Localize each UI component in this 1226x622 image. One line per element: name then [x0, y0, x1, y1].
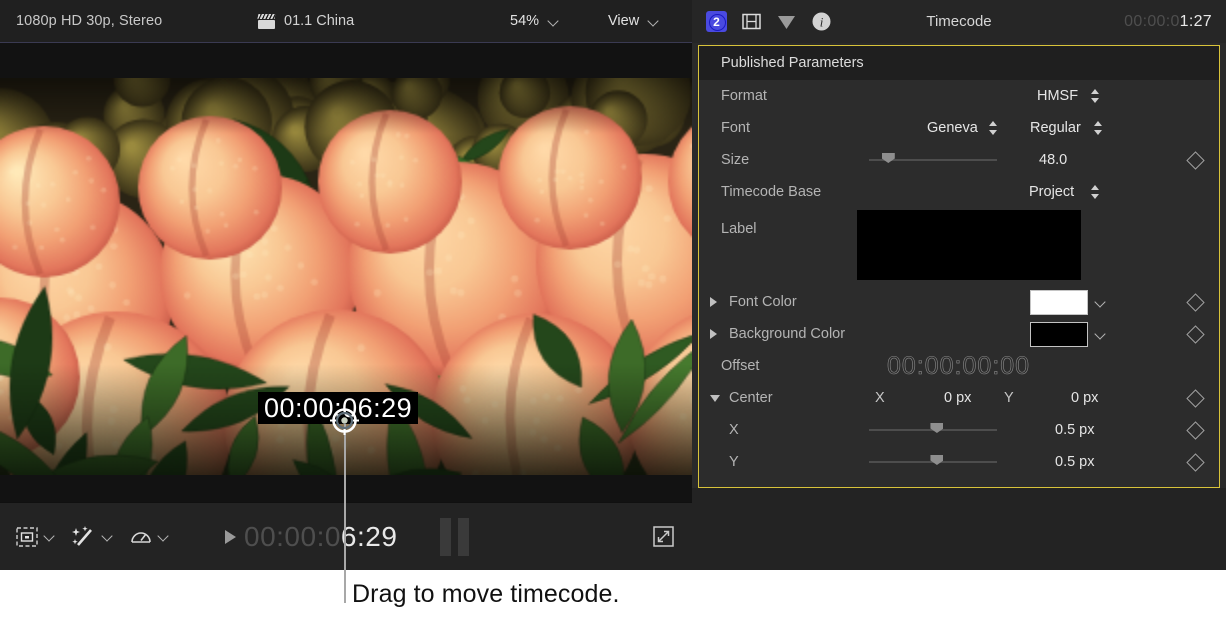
inspector-panel: 2 i Timecode 00:00:01:27 — [692, 0, 1226, 570]
param-row-font-color[interactable]: Font Color — [699, 286, 1219, 318]
font-style-stepper-icon[interactable] — [1094, 121, 1103, 135]
font-family-value[interactable]: Geneva — [927, 120, 978, 136]
inspector-header: 2 i Timecode 00:00:01:27 — [692, 0, 1226, 43]
chevron-down-icon — [648, 16, 659, 27]
format-label: Format — [721, 88, 767, 104]
transport-timecode-bright: 6:29 — [341, 521, 398, 552]
format-info: 1080p HD 30p, Stereo — [16, 13, 162, 29]
label-label: Label — [721, 221, 756, 237]
param-row-center[interactable]: Center X 0 px Y 0 px — [699, 382, 1219, 414]
param-row-size[interactable]: Size 48.0 — [699, 144, 1219, 176]
center-y-sub-label: Y — [729, 454, 739, 470]
inspector-timecode: 00:00:01:27 — [1124, 13, 1212, 31]
center-y-keyframe-button[interactable] — [1186, 453, 1204, 471]
center-y-value[interactable]: 0 px — [1071, 390, 1098, 406]
timecode-base-stepper-icon[interactable] — [1091, 185, 1100, 199]
font-color-keyframe-button[interactable] — [1186, 293, 1204, 311]
background-color-chevron-down-icon[interactable] — [1095, 329, 1106, 340]
center-x-value[interactable]: 0 px — [944, 390, 971, 406]
font-label: Font — [721, 120, 750, 136]
expand-fullscreen-icon[interactable] — [653, 526, 674, 547]
clip-selector[interactable]: 01.1 China — [258, 13, 354, 29]
size-value[interactable]: 48.0 — [1039, 152, 1067, 168]
zoom-selector[interactable]: 54% — [510, 13, 559, 29]
background-color-disclosure-icon[interactable] — [710, 329, 717, 339]
format-stepper-icon[interactable] — [1091, 89, 1100, 103]
font-family-stepper-icon[interactable] — [989, 121, 998, 135]
font-color-disclosure-icon[interactable] — [710, 297, 717, 307]
zoom-level: 54% — [510, 13, 539, 29]
transform-crop-icon — [16, 527, 38, 547]
offset-label: Offset — [721, 358, 759, 374]
enhancement-tool[interactable] — [72, 526, 113, 548]
center-disclosure-icon[interactable] — [710, 395, 720, 402]
size-slider[interactable] — [869, 153, 997, 167]
published-parameters-section: Published Parameters Format HMSF Font Ge… — [698, 45, 1220, 488]
retime-speed-icon — [130, 527, 152, 547]
callout-leader-line — [344, 420, 346, 603]
retime-tool[interactable] — [130, 527, 169, 547]
clapperboard-icon — [258, 14, 275, 29]
chevron-down-icon — [158, 531, 169, 542]
offset-value[interactable]: 00:00:00:00 — [887, 352, 1030, 381]
param-row-timecode-base[interactable]: Timecode Base Project — [699, 176, 1219, 208]
section-title: Published Parameters — [699, 46, 1219, 80]
inspector-empty-area — [692, 488, 1226, 570]
param-row-label[interactable]: Label — [699, 208, 1219, 286]
font-color-label: Font Color — [729, 294, 797, 310]
play-icon[interactable] — [225, 530, 236, 544]
background-color-keyframe-button[interactable] — [1186, 325, 1204, 343]
param-row-format[interactable]: Format HMSF — [699, 80, 1219, 112]
font-style-value[interactable]: Regular — [1030, 120, 1081, 136]
center-x-keyframe-button[interactable] — [1186, 421, 1204, 439]
crosshair-drag-handle-icon[interactable] — [330, 406, 359, 435]
size-keyframe-button[interactable] — [1186, 151, 1204, 169]
param-row-background-color[interactable]: Background Color — [699, 318, 1219, 350]
center-keyframe-button[interactable] — [1186, 389, 1204, 407]
center-label: Center — [729, 390, 773, 406]
center-y-slider[interactable] — [869, 455, 997, 469]
transform-tool[interactable] — [16, 527, 55, 547]
center-x-slider[interactable] — [869, 423, 997, 437]
font-color-swatch[interactable] — [1030, 290, 1088, 315]
param-row-center-y[interactable]: Y 0.5 px — [699, 446, 1219, 478]
chevron-down-icon — [102, 531, 113, 542]
size-label: Size — [721, 152, 749, 168]
viewer-panel: 1080p HD 30p, Stereo 01.1 China 54% View — [0, 0, 692, 570]
view-label: View — [608, 13, 639, 29]
center-x-slider-value[interactable]: 0.5 px — [1055, 422, 1095, 438]
center-y-slider-value[interactable]: 0.5 px — [1055, 454, 1095, 470]
timecode-base-value[interactable]: Project — [1029, 184, 1074, 200]
param-row-font[interactable]: Font Geneva Regular — [699, 112, 1219, 144]
chevron-down-icon — [548, 16, 559, 27]
inspector-timecode-bright: 1:27 — [1180, 13, 1212, 30]
param-row-offset[interactable]: Offset 00:00:00:00 — [699, 350, 1219, 382]
audio-meters-icon[interactable] — [440, 518, 469, 556]
format-value[interactable]: HMSF — [1037, 88, 1078, 104]
enhancement-wand-icon — [72, 526, 96, 548]
callout-caption: Drag to move timecode. — [352, 580, 620, 609]
label-text-field[interactable] — [857, 210, 1081, 280]
chevron-down-icon — [44, 531, 55, 542]
center-x-label: X — [875, 390, 885, 406]
background-color-swatch[interactable] — [1030, 322, 1088, 347]
viewer-toolbar: 1080p HD 30p, Stereo 01.1 China 54% View — [0, 0, 692, 43]
timecode-base-label: Timecode Base — [721, 184, 821, 200]
background-color-label: Background Color — [729, 326, 845, 342]
param-row-center-x[interactable]: X 0.5 px — [699, 414, 1219, 446]
center-x-sub-label: X — [729, 422, 739, 438]
transport-bar: 00:00:06:29 — [0, 502, 692, 570]
clip-name: 01.1 China — [284, 13, 354, 29]
inspector-timecode-dim: 00:00:0 — [1124, 13, 1179, 30]
font-color-chevron-down-icon[interactable] — [1095, 297, 1106, 308]
playhead-timecode[interactable]: 00:00:06:29 — [225, 521, 397, 553]
center-y-label: Y — [1004, 390, 1014, 406]
view-menu[interactable]: View — [608, 13, 659, 29]
transport-timecode-dim: 00:00:0 — [244, 521, 341, 552]
